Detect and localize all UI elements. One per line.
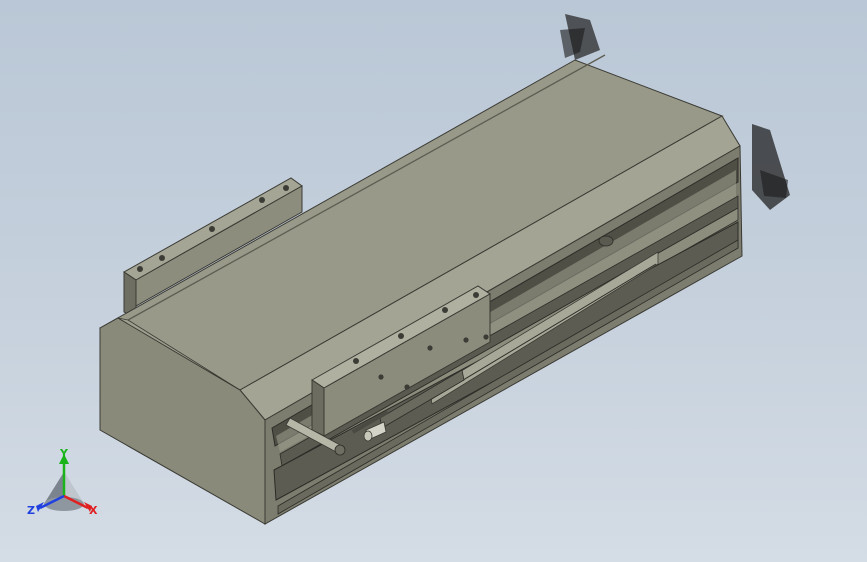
z-axis-label: Z bbox=[27, 504, 35, 517]
view-orientation-triad[interactable]: Y X Z bbox=[26, 447, 102, 520]
graphics-viewport[interactable]: Y X Z bbox=[0, 0, 867, 562]
x-axis-label: X bbox=[89, 504, 98, 517]
y-axis-label: Y bbox=[60, 447, 68, 460]
linear-module-model[interactable] bbox=[0, 0, 867, 562]
